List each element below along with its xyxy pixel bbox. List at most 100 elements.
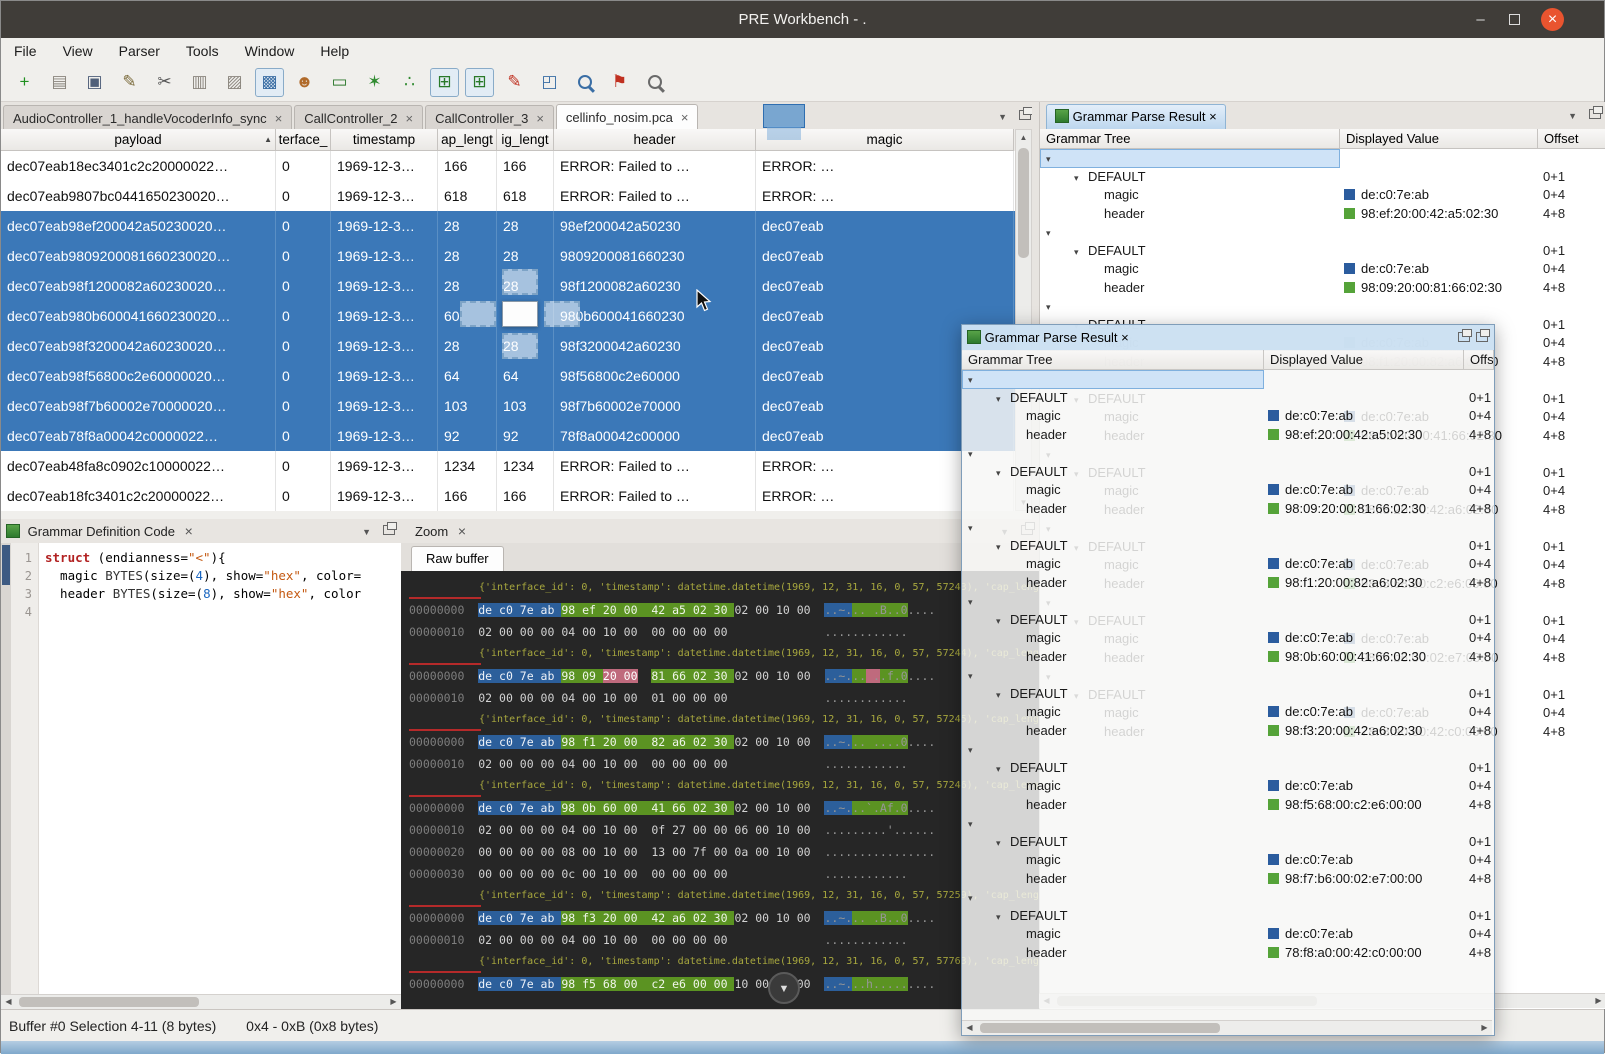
scrollbar-thumb[interactable] <box>1018 148 1029 258</box>
parse-tree-row[interactable]: header98:ef:20:00:42:a5:02:304+8 <box>962 426 1494 445</box>
parse-tree-row[interactable]: magicde:c0:7e:ab0+4 <box>1040 186 1605 205</box>
tab-CallController_3[interactable]: CallController_3× <box>425 105 554 131</box>
parse-tree-row[interactable]: ▾ <box>1040 223 1605 242</box>
parse-tree-row[interactable]: ▾ <box>962 370 1494 389</box>
column-header-ig_lengt[interactable]: ig_lengt <box>497 129 554 151</box>
menu-parser[interactable]: Parser <box>106 38 173 64</box>
scroll-left-icon[interactable]: ◀ <box>962 1021 977 1035</box>
close-button[interactable]: × <box>1541 8 1564 31</box>
parse-tree-row[interactable]: ▾DEFAULT0+1 <box>962 833 1494 852</box>
close-panel-icon[interactable]: × <box>185 523 193 539</box>
scroll-right-icon[interactable]: ▶ <box>1591 994 1605 1008</box>
run-person-icon[interactable]: ☻ <box>290 68 319 97</box>
maximize-button[interactable] <box>1503 8 1526 31</box>
parse-column-header[interactable]: Offset <box>1538 129 1605 149</box>
zoom-panel-header[interactable]: Zoom × ▼ <box>401 519 1039 544</box>
table-row[interactable]: dec07eab48fa8c0902c10000022…01969-12-3…1… <box>1 451 1015 481</box>
scroll-left-icon[interactable]: ◀ <box>1 995 16 1009</box>
expander-icon[interactable]: ▾ <box>968 519 982 537</box>
parse-tree-row[interactable]: ▾DEFAULT0+1 <box>962 389 1494 408</box>
scrollbar-thumb[interactable] <box>980 1023 1220 1033</box>
expander-icon[interactable]: ▾ <box>996 834 1010 852</box>
cut-icon[interactable]: ✂ <box>150 68 179 97</box>
parse-tree-row[interactable]: ▾DEFAULT0+1 <box>1040 242 1605 261</box>
parse-tree-row[interactable]: ▾ <box>1040 149 1605 168</box>
expander-icon[interactable]: ▾ <box>968 445 982 463</box>
hex-line[interactable]: 00000010 02 00 00 00 04 00 10 00 00 00 0… <box>409 929 1039 951</box>
hex-line[interactable]: 00000030 00 00 00 00 0c 00 10 00 00 00 0… <box>409 863 1039 885</box>
detach-panel-icon[interactable] <box>383 525 395 535</box>
code-area[interactable]: struct (endianness="<"){ magic BYTES(siz… <box>39 543 401 994</box>
parse-tree-row[interactable]: header98:09:20:00:81:66:02:304+8 <box>962 500 1494 519</box>
menu-view[interactable]: View <box>50 38 106 64</box>
menu-window[interactable]: Window <box>232 38 308 64</box>
column-header-payload[interactable]: payload▲ <box>1 129 276 151</box>
expander-icon[interactable]: ▾ <box>1074 169 1088 187</box>
table-row[interactable]: dec07eab9809200081660230020…01969-12-3…2… <box>1 241 1015 271</box>
expander-icon[interactable]: ▾ <box>1074 243 1088 261</box>
parse-tree-row[interactable]: header78:f8:a0:00:42:c0:00:004+8 <box>962 944 1494 963</box>
parse-tree-row[interactable]: magicde:c0:7e:ab0+4 <box>962 851 1494 870</box>
hex-line[interactable]: 00000000 de c0 7e ab 98 09 20 00 81 66 0… <box>409 665 1039 687</box>
column-header-timestamp[interactable]: timestamp <box>331 129 438 151</box>
tab-close-icon[interactable]: × <box>406 111 414 126</box>
scroll-right-icon[interactable]: ▶ <box>386 995 401 1009</box>
detach-window-icon[interactable] <box>1476 332 1488 342</box>
floating-window-titlebar[interactable]: Grammar Parse Result × <box>962 325 1494 351</box>
expander-icon[interactable]: ▾ <box>968 815 982 833</box>
zoom-view-icon[interactable] <box>570 68 599 97</box>
parse-tree-row[interactable]: ▾ <box>962 518 1494 537</box>
expander-icon[interactable]: ▾ <box>996 538 1010 556</box>
annotate-pen-icon[interactable]: ✎ <box>500 68 529 97</box>
expander-icon[interactable]: ▾ <box>996 686 1010 704</box>
parse-tree-row[interactable]: ▾ <box>1040 297 1605 316</box>
pin-marker-icon[interactable]: ⚑ <box>605 68 634 97</box>
parse-tree-row[interactable]: magicde:c0:7e:ab0+4 <box>962 555 1494 574</box>
new-window-icon[interactable]: ◰ <box>535 68 564 97</box>
detach-panel-icon[interactable] <box>1589 109 1601 119</box>
table-row[interactable]: dec07eab98f7b60002e70000020…01969-12-3…1… <box>1 391 1015 421</box>
parse-tree-row[interactable]: ▾DEFAULT0+1 <box>1040 168 1605 187</box>
parse-tree-row[interactable]: header98:f5:68:00:c2:e6:00:004+8 <box>962 796 1494 815</box>
network-nodes-icon[interactable]: ∴ <box>395 68 424 97</box>
parse-tree-row[interactable]: magicde:c0:7e:ab0+4 <box>962 703 1494 722</box>
parse-result-header[interactable]: Grammar Parse Result × ▼ <box>1040 102 1605 130</box>
parse-grid-icon[interactable]: ⊞ <box>430 68 459 97</box>
table-row[interactable]: dec07eab78f8a00042c0000022…01969-12-3…92… <box>1 421 1015 451</box>
hex-line[interactable]: 00000010 02 00 00 00 04 00 10 00 00 00 0… <box>409 753 1039 775</box>
scrollbar-thumb[interactable] <box>19 997 199 1007</box>
scroll-up-icon[interactable]: ▲ <box>1016 130 1031 145</box>
hex-line[interactable]: 00000000 de c0 7e ab 98 ef 20 00 42 a5 0… <box>409 599 1039 621</box>
parse-tree-row[interactable]: header98:f3:20:00:42:a6:02:304+8 <box>962 722 1494 741</box>
close-panel-icon[interactable]: × <box>1209 109 1217 124</box>
close-panel-icon[interactable]: × <box>458 523 466 539</box>
parse-tree-row[interactable]: ▾DEFAULT0+1 <box>962 685 1494 704</box>
hex-line[interactable]: 00000020 00 00 00 00 08 00 10 00 13 00 7… <box>409 841 1039 863</box>
expander-icon[interactable]: ▾ <box>996 390 1010 408</box>
parse-tree-row[interactable]: ▾DEFAULT0+1 <box>962 463 1494 482</box>
clipboard-icon[interactable]: ▤ <box>45 68 74 97</box>
tab-close-icon[interactable]: × <box>536 111 544 126</box>
hex-line[interactable]: 00000000 de c0 7e ab 98 f3 20 00 42 a6 0… <box>409 907 1039 929</box>
close-window-icon[interactable]: × <box>1121 330 1129 345</box>
parse-tree-row[interactable]: ▾ <box>962 740 1494 759</box>
screen-capture-icon[interactable]: ▭ <box>325 68 354 97</box>
code-horizontal-scrollbar[interactable]: ◀ ▶ <box>1 994 401 1009</box>
expander-icon[interactable]: ▾ <box>968 741 982 759</box>
parse-column-header[interactable]: Displayed Value <box>1264 350 1464 370</box>
column-header-terface_[interactable]: terface_ <box>276 129 331 151</box>
hex-dump-view[interactable]: {'interface_id': 0, 'timestamp': datetim… <box>401 571 1039 1009</box>
expander-icon[interactable]: ▾ <box>968 371 982 389</box>
tab-CallController_2[interactable]: CallController_2× <box>294 105 423 131</box>
expander-icon[interactable]: ▾ <box>996 908 1010 926</box>
expander-icon[interactable]: ▾ <box>1046 150 1060 168</box>
expander-icon[interactable]: ▾ <box>996 612 1010 630</box>
parse-column-header[interactable]: Offset <box>1464 350 1494 370</box>
expander-icon[interactable]: ▾ <box>968 667 982 685</box>
parse-tree-row[interactable]: ▾DEFAULT0+1 <box>962 611 1494 630</box>
column-header-ap_lengt[interactable]: ap_lengt <box>438 129 497 151</box>
save-icon[interactable]: ▣ <box>80 68 109 97</box>
panel-dropdown-icon[interactable]: ▼ <box>362 520 371 544</box>
table-row[interactable]: dec07eab98f56800c2e60000020…01969-12-3…6… <box>1 361 1015 391</box>
debug-bug-icon[interactable]: ✶ <box>360 68 389 97</box>
